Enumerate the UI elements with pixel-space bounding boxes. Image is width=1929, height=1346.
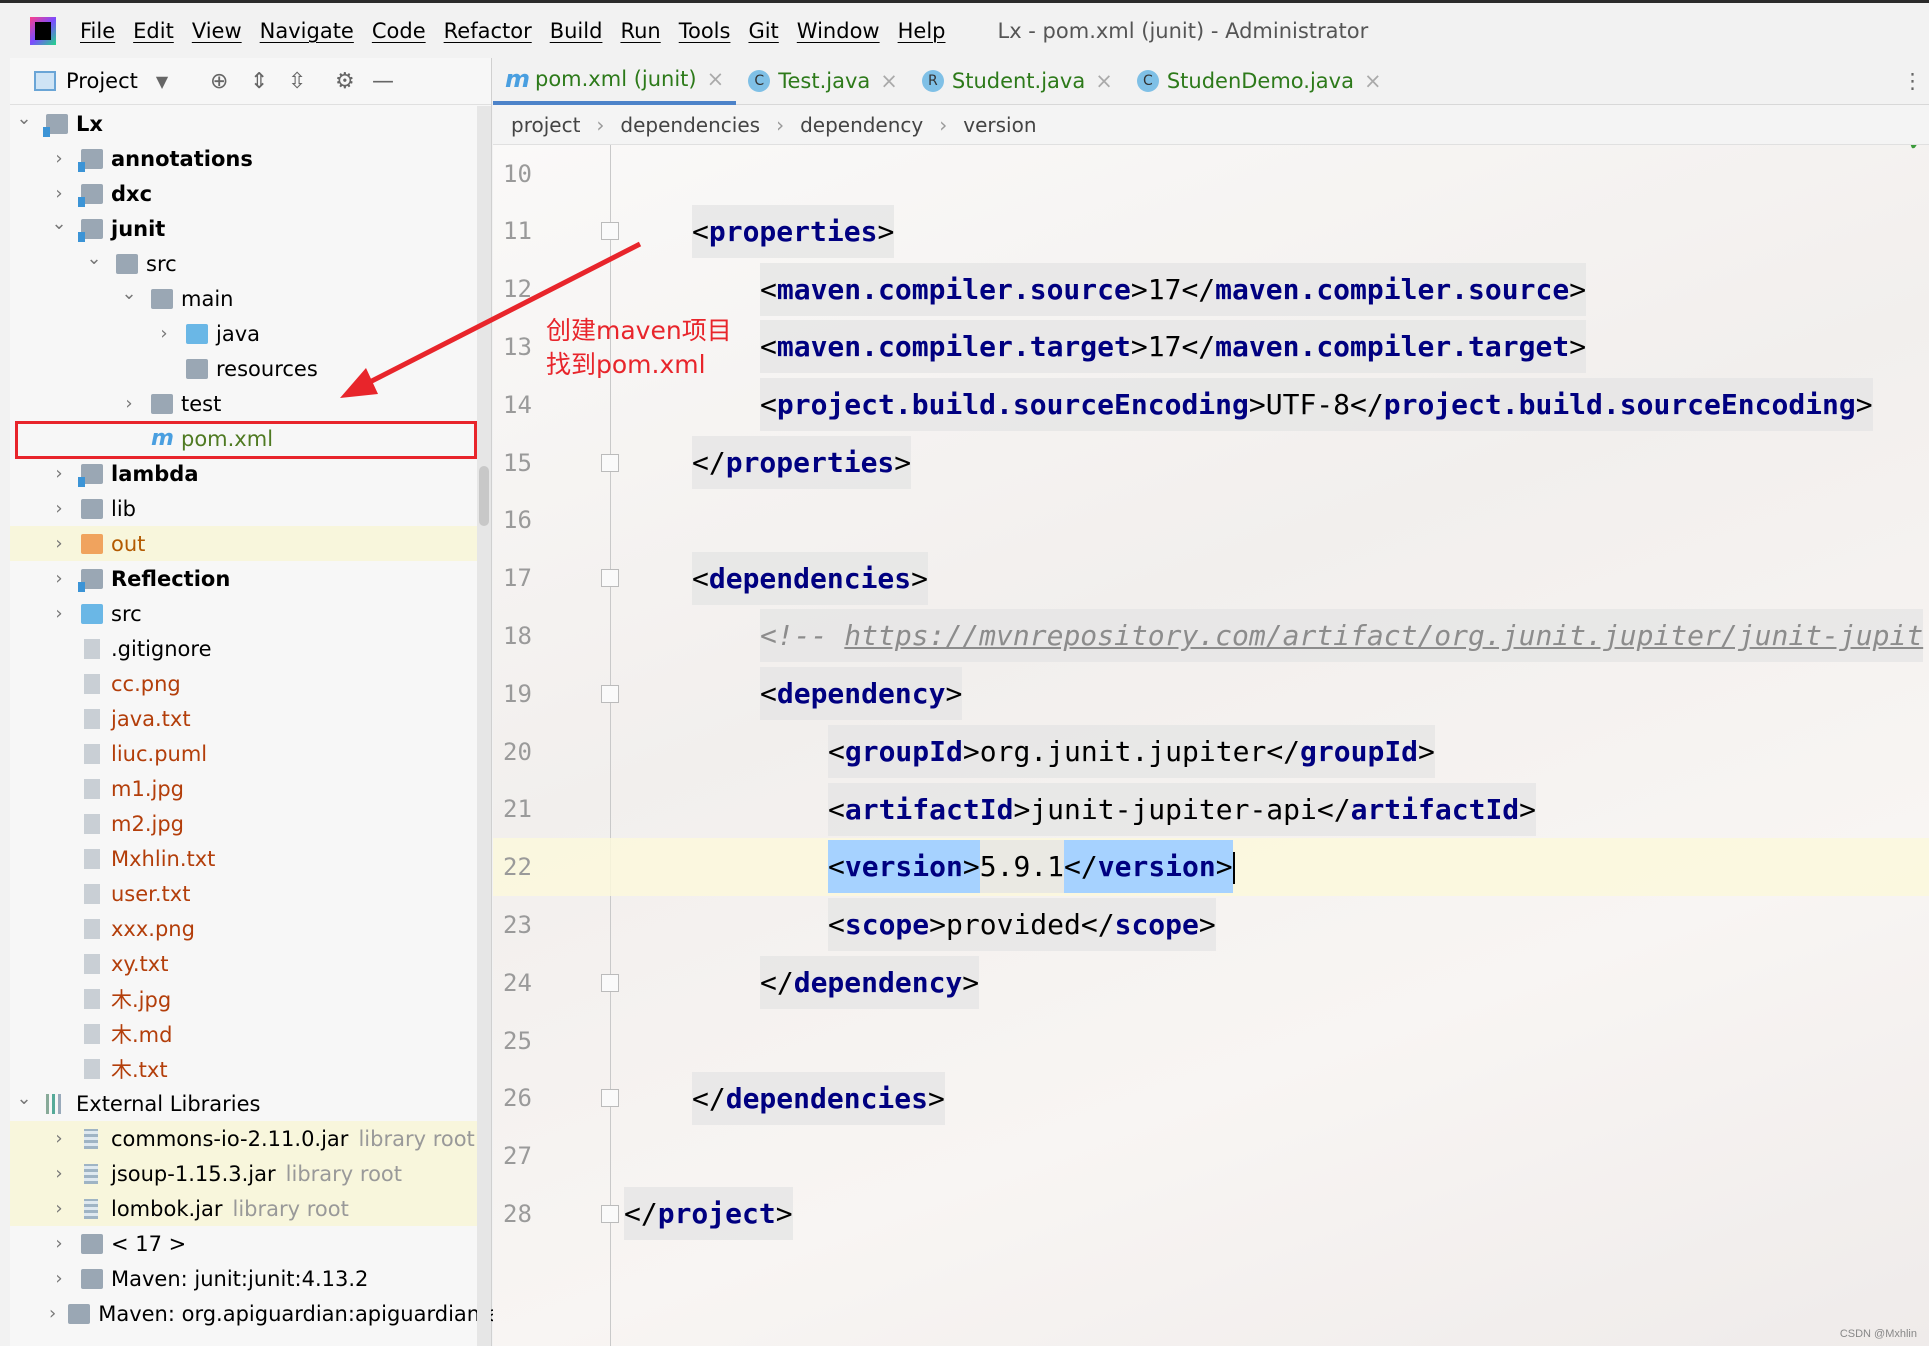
watermark: CSDN @Mxhlin	[1839, 1328, 1917, 1340]
annotation-arrow-icon	[340, 241, 642, 398]
